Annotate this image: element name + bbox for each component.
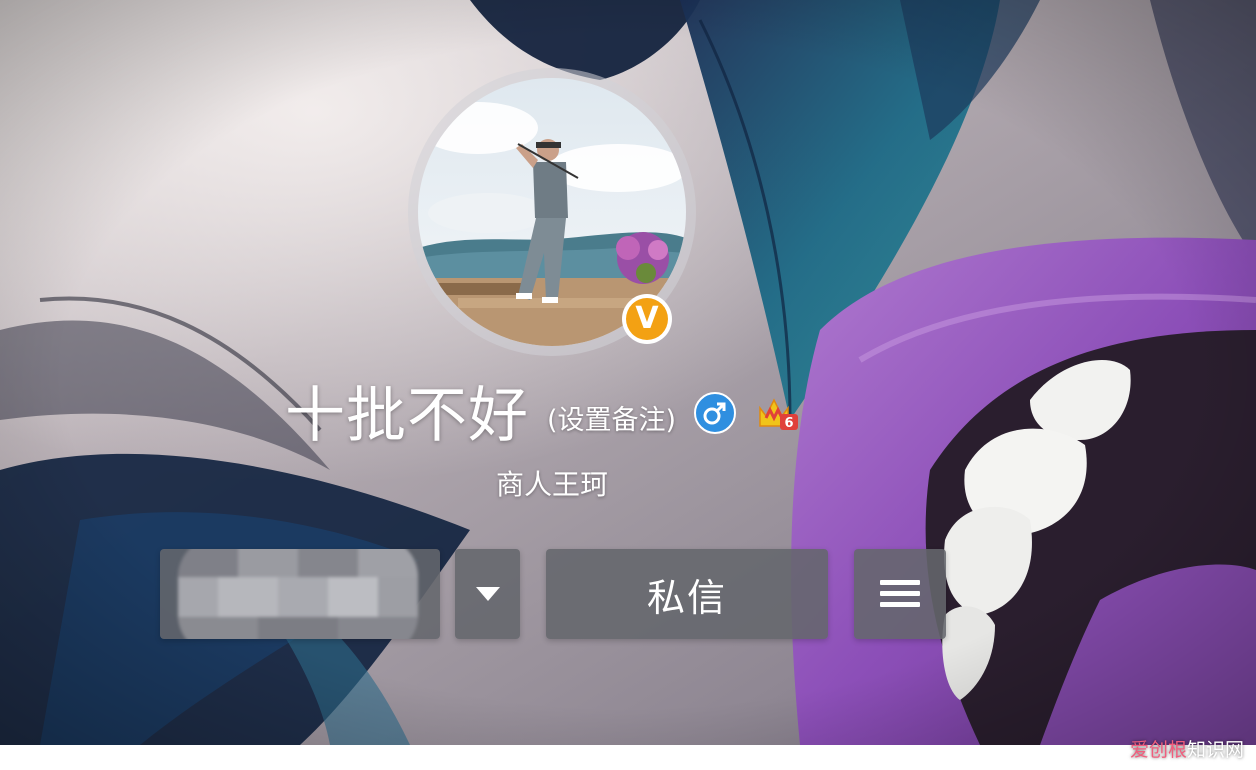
vip-level-number: 6 <box>785 416 794 431</box>
vip-level-icon[interactable]: 6 <box>756 396 800 432</box>
caret-down-icon <box>475 587 500 601</box>
bottom-strip <box>0 745 1256 770</box>
verification-subtitle: 商人王珂 <box>495 468 608 501</box>
profile-name: 十批不好 <box>285 380 529 451</box>
watermark: 爱创根知识网 <box>1130 735 1244 762</box>
watermark-accent-text: 爱创根 <box>1129 739 1187 761</box>
verified-v-icon: V <box>622 294 672 344</box>
follow-button[interactable] <box>160 549 440 639</box>
pixelated-follow-label <box>178 549 418 639</box>
profile-name-row: 十批不好 (设置备注) 6 <box>285 372 800 451</box>
set-remark-link[interactable]: (设置备注) <box>547 398 676 437</box>
verified-v-icon-glyph: V <box>626 298 668 340</box>
male-icon <box>694 392 737 434</box>
hamburger-menu-icon <box>880 580 920 607</box>
watermark-rest-text: 知识网 <box>1186 739 1244 761</box>
profile-cover: V 十批不好 (设置备注) 6 商人王珂 私信 <box>0 0 1256 745</box>
more-menu-button[interactable] <box>854 549 946 639</box>
follow-options-dropdown[interactable] <box>455 549 520 639</box>
message-button[interactable]: 私信 <box>546 549 828 639</box>
